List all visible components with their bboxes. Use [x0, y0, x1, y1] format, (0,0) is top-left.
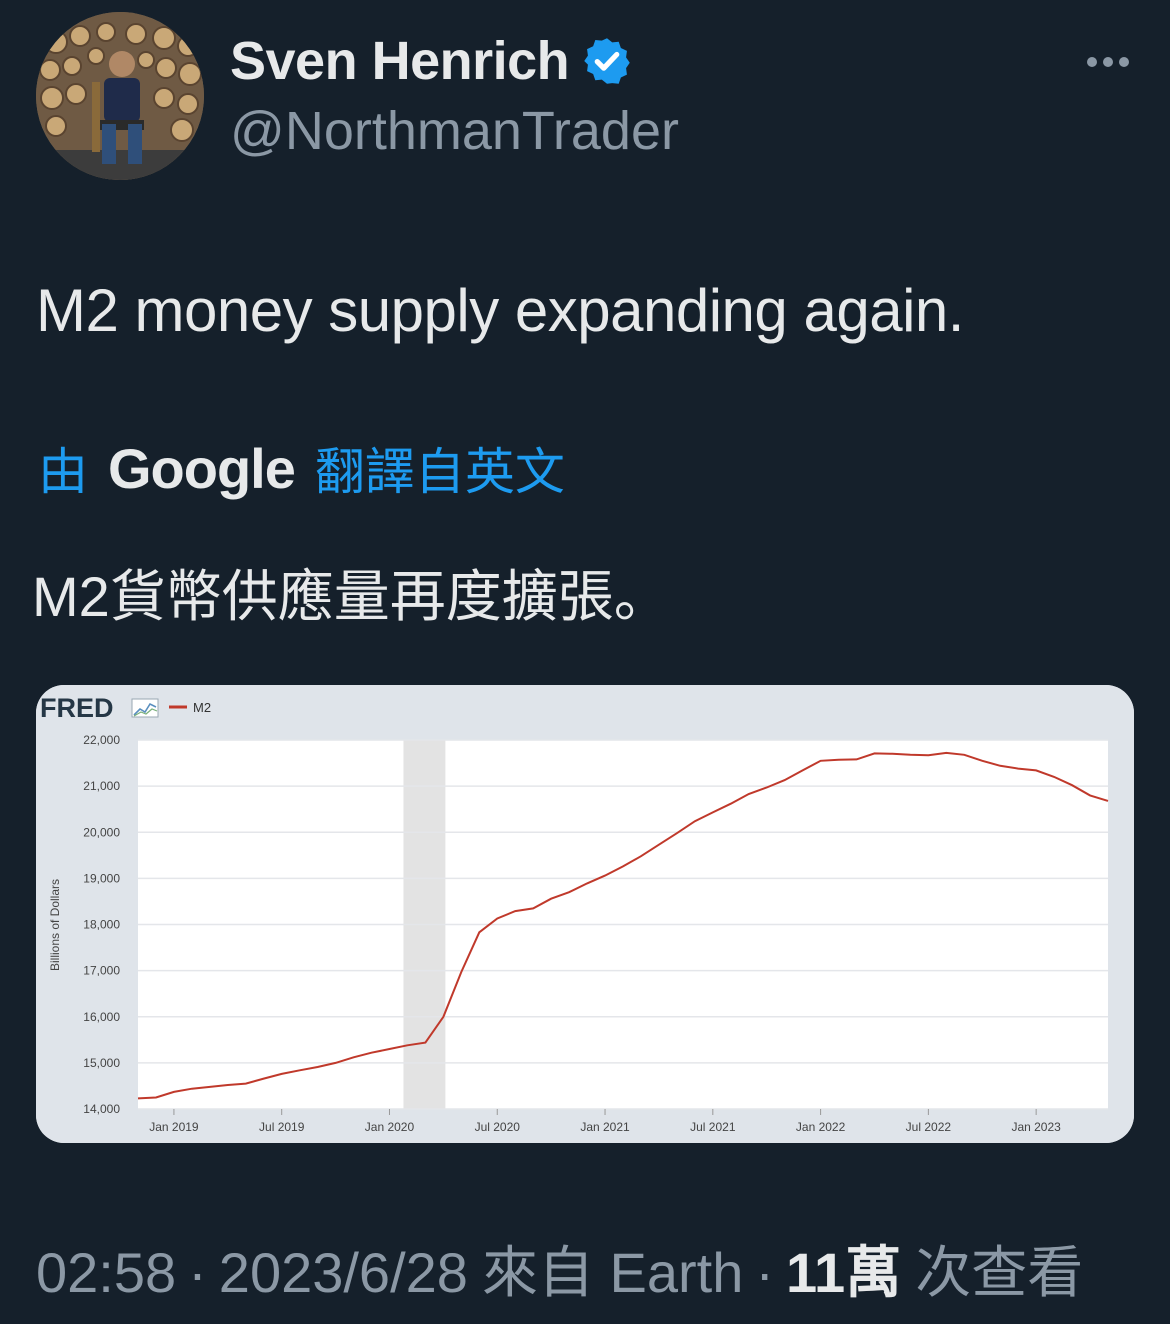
x-tick-label: Jan 2019 [149, 1120, 199, 1134]
y-tick-label: 20,000 [83, 825, 120, 839]
y-tick-label: 15,000 [83, 1056, 120, 1070]
y-tick-label: 14,000 [83, 1102, 120, 1116]
translation-prefix: 由 [38, 444, 88, 500]
view-count-label: 次查看 [915, 1241, 1084, 1304]
view-count: 11萬 [786, 1241, 902, 1304]
y-tick-label: 18,000 [83, 918, 120, 932]
tweet-meta: 02:58 · 2023/6/28 來自 Earth · 11萬 次查看 [36, 1228, 1083, 1309]
google-brand: Google [108, 436, 296, 500]
fred-logo-icon [131, 698, 159, 718]
meta-separator: · [755, 1241, 774, 1304]
y-tick-label: 22,000 [83, 733, 120, 747]
translation-suffix[interactable]: 翻譯自英文 [315, 432, 565, 504]
x-tick-label: Jan 2022 [796, 1120, 846, 1134]
tweet-source: 來自 Earth [481, 1241, 744, 1304]
author-display-name[interactable]: Sven Henrich [230, 30, 570, 92]
meta-separator: · [188, 1241, 207, 1304]
translated-text: M2貨幣供應量再度擴張。 [32, 565, 670, 628]
x-tick-label: Jul 2020 [475, 1120, 521, 1134]
verified-badge-icon [584, 38, 630, 84]
y-tick-label: 21,000 [83, 779, 120, 793]
tweet-text: M2 money supply expanding again. [36, 277, 964, 344]
fred-logo: FRED [40, 693, 114, 723]
y-tick-label: 17,000 [83, 964, 120, 978]
tweet-time[interactable]: 02:58 [36, 1240, 176, 1305]
legend-label-m2: M2 [193, 700, 211, 715]
tweet-date[interactable]: 2023/6/28 [219, 1240, 468, 1305]
more-options-icon[interactable] [1080, 40, 1136, 84]
x-tick-label: Jul 2019 [259, 1120, 305, 1134]
author-handle[interactable]: @NorthmanTrader [230, 100, 679, 162]
x-tick-label: Jan 2021 [580, 1120, 630, 1134]
avatar-image [36, 12, 204, 180]
y-tick-label: 16,000 [83, 1010, 120, 1024]
author-name-row[interactable]: Sven Henrich [230, 30, 633, 92]
x-tick-label: Jan 2020 [365, 1120, 415, 1134]
translation-attribution[interactable]: 由 Google 翻譯自英文 [38, 432, 565, 504]
tweet-media-chart[interactable]: FRED M2 14,000 15,000 16,000 17,000 18,000 19… [36, 685, 1134, 1143]
y-axis-label: Billions of Dollars [48, 879, 62, 971]
avatar[interactable] [36, 12, 204, 180]
m2-chart: FRED M2 14,000 15,000 16,000 17,000 18,000 19… [36, 685, 1134, 1143]
x-tick-label: Jul 2021 [690, 1120, 736, 1134]
x-tick-label: Jul 2022 [906, 1120, 952, 1134]
x-tick-label: Jan 2023 [1011, 1120, 1061, 1134]
y-tick-label: 19,000 [83, 871, 120, 885]
